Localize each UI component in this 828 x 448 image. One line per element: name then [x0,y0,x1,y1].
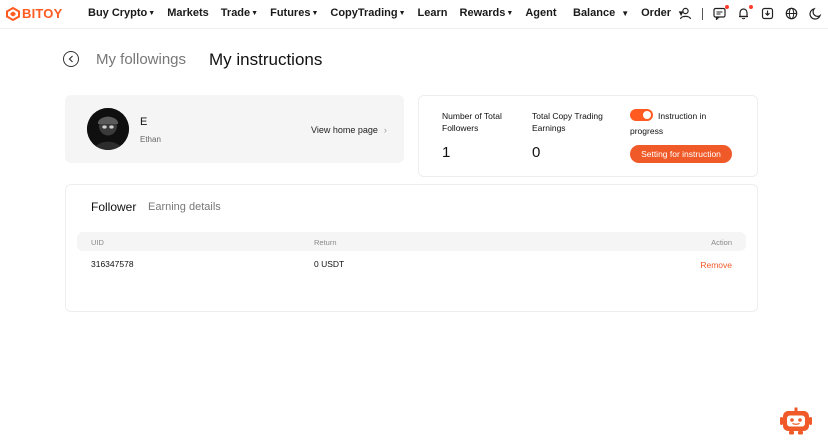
caret-down-icon: ▼ [311,9,319,17]
download-icon[interactable] [760,6,775,21]
nav-label: Rewards [459,7,506,19]
nav-rewards[interactable]: Rewards ▼ [460,7,514,19]
robot-icon [780,407,812,435]
nav-label: Learn [417,7,448,19]
nav-trade[interactable]: Trade ▼ [221,7,258,19]
tab-my-instructions[interactable]: My instructions [209,50,322,70]
main-nav: Buy Crypto ▼ Markets Trade ▼ Futures ▼ Copy… [88,7,568,19]
nav-label: Agent [525,7,557,19]
balance-dropdown[interactable]: Balance ▼ [573,7,629,19]
nav-label: Markets [167,7,209,19]
view-home-page-link[interactable]: View home page › [311,125,387,135]
total-earnings-value: 0 [532,144,541,161]
caret-down-icon: ▼ [398,9,406,17]
chevron-left-icon [68,55,73,63]
notification-dot [749,5,753,9]
chatbot-button[interactable] [780,407,812,435]
view-home-label: View home page [311,125,378,135]
stats-card: Number of Total Followers 1 Total Copy T… [418,95,758,177]
header-icons [678,5,828,21]
profile-subname: Ethan [140,135,161,144]
back-button[interactable] [63,51,79,67]
nav-label: Buy Crypto [88,7,148,19]
brand-name: BITOY [22,6,63,21]
setting-for-instruction-button[interactable]: Setting for instruction [630,145,732,163]
instruction-toggle[interactable] [630,109,653,121]
profile-name: E [140,116,148,128]
order-label: Order [641,7,672,19]
profile-card: E Ethan View home page › [65,95,404,163]
table-header: UID Return Action [77,232,746,251]
column-header-return: Return [314,238,337,247]
caret-down-icon: ▼ [251,9,259,17]
moon-icon[interactable] [808,6,823,21]
nav-buy-crypto[interactable]: Buy Crypto ▼ [88,7,155,19]
nav-copytrading[interactable]: CopyTrading ▼ [330,7,405,19]
notification-dot [725,5,729,9]
globe-icon[interactable] [784,6,799,21]
nav-label: Trade [220,7,251,19]
follower-table-card: Follower Earning details UID Return Acti… [65,184,758,312]
cell-uid: 316347578 [91,259,134,269]
top-navigation-bar: BITOY Buy Crypto ▼ Markets Trade ▼ Futures… [0,0,828,28]
cell-return: 0 USDT [314,259,345,269]
bitoy-logo[interactable]: BITOY [6,6,63,21]
tab-earning-details[interactable]: Earning details [148,201,221,213]
nav-label: Futures [270,7,311,19]
chevron-right-icon: › [383,125,387,135]
nav-markets[interactable]: Markets [167,7,209,19]
message-icon[interactable] [712,5,729,21]
table-row: 316347578 0 USDT Remove [77,255,746,273]
nav-label: CopyTrading [330,7,398,19]
toggle-knob [643,111,651,119]
total-followers-label: Number of Total Followers [442,111,502,133]
caret-down-icon: ▼ [621,8,630,18]
divider [702,7,703,20]
remove-button[interactable]: Remove [700,260,732,270]
tab-my-followings[interactable]: My followings [96,51,186,68]
caret-down-icon: ▼ [148,9,156,17]
caret-down-icon: ▼ [506,9,514,17]
bell-icon[interactable] [736,5,753,21]
nav-futures[interactable]: Futures ▼ [270,7,318,19]
nav-learn[interactable]: Learn [418,7,448,19]
bitoy-logo-icon [6,6,20,21]
header-divider [0,28,828,29]
total-followers-value: 1 [442,144,451,161]
avatar [87,108,129,150]
avatar-image [87,108,129,150]
nav-agent[interactable]: Agent [525,7,556,19]
total-earnings-label: Total Copy Trading Earnings [532,111,603,133]
column-header-action: Action [711,238,732,247]
column-header-uid: UID [91,238,104,247]
tab-follower[interactable]: Follower [91,200,136,214]
user-icon[interactable] [678,6,693,21]
balance-label: Balance [573,7,616,19]
